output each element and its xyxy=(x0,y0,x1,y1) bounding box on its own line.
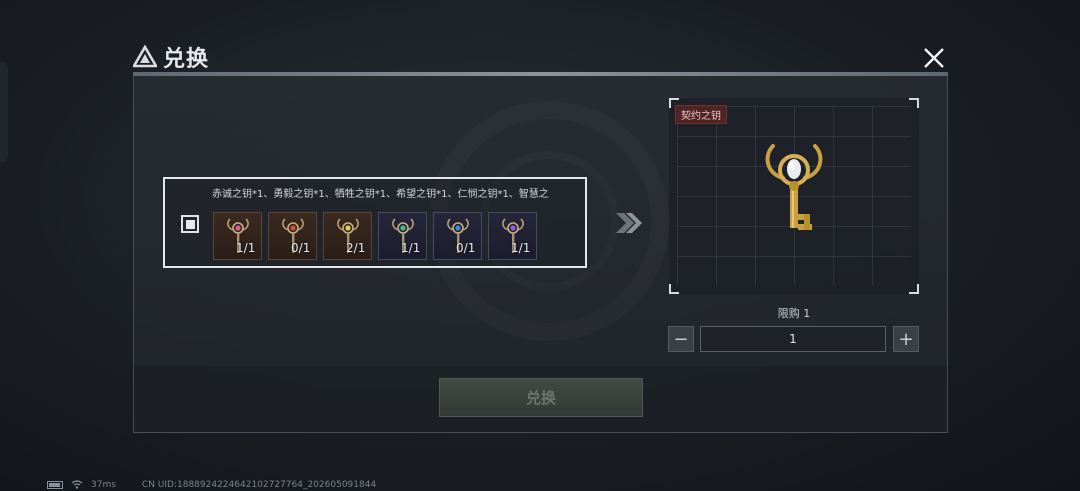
required-count: 1 xyxy=(522,241,531,255)
owned-count: 0 xyxy=(456,241,464,255)
cost-item[interactable]: 2/1 xyxy=(323,212,372,260)
cost-item-count: 2/1 xyxy=(346,241,365,255)
cost-item-count: 1/1 xyxy=(511,241,530,255)
cost-description: 赤诚之钥*1、勇毅之钥*1、牺牲之钥*1、希望之钥*1、仁悯之钥*1、智慧之 xyxy=(212,189,549,200)
owned-count: 2 xyxy=(346,241,354,255)
cost-item-count: 1/1 xyxy=(401,241,420,255)
cost-option[interactable]: 赤诚之钥*1、勇毅之钥*1、牺牲之钥*1、希望之钥*1、仁悯之钥*1、智慧之 1… xyxy=(163,177,587,268)
required-count: 1 xyxy=(357,241,366,255)
cost-item[interactable]: 1/1 xyxy=(378,212,427,260)
cost-item[interactable]: 1/1 xyxy=(213,212,262,260)
status-bar: 37ms CN UID:1888924224642102727764_20260… xyxy=(47,478,376,491)
dialog-header: 兑换 xyxy=(133,42,209,72)
cost-item-count: 0/1 xyxy=(291,241,310,255)
increase-quantity-button[interactable]: + xyxy=(893,326,919,352)
required-count: 1 xyxy=(302,241,311,255)
cost-item-count: 1/1 xyxy=(236,241,255,255)
cost-item-list: 1/1 0/1 2/1 1/1 0/1 1/1 xyxy=(213,212,537,260)
owned-count: 0 xyxy=(291,241,299,255)
required-count: 1 xyxy=(467,241,476,255)
cost-item[interactable]: 1/1 xyxy=(488,212,537,260)
decrease-quantity-button[interactable]: − xyxy=(668,326,694,352)
frame-corner xyxy=(909,284,919,294)
frame-corner xyxy=(669,284,679,294)
contract-key-icon xyxy=(765,144,823,230)
double-chevron-right-icon xyxy=(616,213,642,233)
quantity-input[interactable] xyxy=(700,326,886,352)
minus-icon: − xyxy=(673,328,689,350)
exchange-button[interactable]: 兑换 xyxy=(439,378,643,417)
plus-icon: + xyxy=(898,328,914,350)
side-tab xyxy=(0,62,8,162)
dialog-title: 兑换 xyxy=(163,47,210,72)
reward-preview: 契约之钥 xyxy=(669,98,919,294)
owned-count: 1 xyxy=(236,241,244,255)
owned-count: 1 xyxy=(401,241,409,255)
required-count: 1 xyxy=(412,241,421,255)
battery-icon xyxy=(47,480,63,489)
cost-checkbox[interactable] xyxy=(181,215,199,233)
cost-item[interactable]: 0/1 xyxy=(268,212,317,260)
close-button[interactable] xyxy=(920,44,948,72)
cost-item-count: 0/1 xyxy=(456,241,475,255)
owned-count: 1 xyxy=(511,241,519,255)
ping-text: 37ms xyxy=(91,479,116,490)
uid-text: CN UID:1888924224642102727764_2026050918… xyxy=(141,479,377,490)
logo-icon xyxy=(133,45,157,68)
exchange-panel: 赤诚之钥*1、勇毅之钥*1、牺牲之钥*1、希望之钥*1、仁悯之钥*1、智慧之 1… xyxy=(133,76,948,433)
checkbox-mark xyxy=(185,219,195,229)
reward-name-tag: 契约之钥 xyxy=(675,105,727,124)
wifi-icon xyxy=(71,480,83,489)
frame-corner xyxy=(909,98,919,108)
cost-item[interactable]: 0/1 xyxy=(433,212,482,260)
exchange-button-label: 兑换 xyxy=(525,389,556,407)
required-count: 1 xyxy=(247,241,256,255)
close-icon xyxy=(924,48,944,68)
purchase-limit: 限购 1 xyxy=(777,307,811,320)
